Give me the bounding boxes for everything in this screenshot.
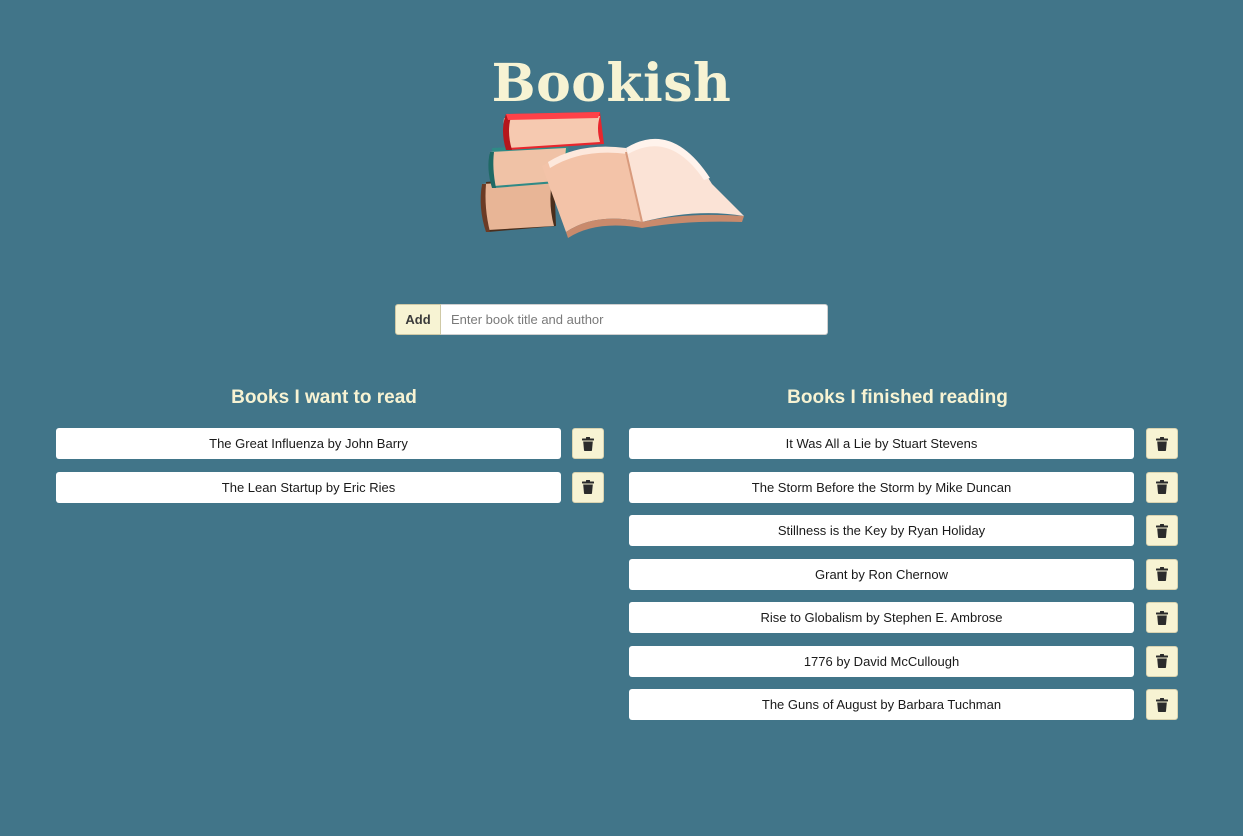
want-to-read-section: Books I want to read The Great Influenza… [56, 384, 604, 515]
delete-button[interactable] [1146, 558, 1178, 590]
delete-button[interactable] [1146, 602, 1178, 633]
book-row: Stillness is the Key by Ryan Holiday [629, 515, 1178, 546]
book-title[interactable]: It Was All a Lie by Stuart Stevens [629, 428, 1134, 459]
trash-icon [1156, 697, 1168, 712]
add-book-form: Add [395, 304, 828, 335]
delete-button[interactable] [572, 471, 604, 503]
delete-button[interactable] [572, 428, 604, 459]
delete-button[interactable] [1146, 645, 1178, 677]
book-title[interactable]: The Great Influenza by John Barry [56, 428, 561, 459]
trash-icon [1156, 654, 1168, 668]
book-row: The Storm Before the Storm by Mike Dunca… [629, 471, 1178, 503]
finished-reading-section: Books I finished reading It Was All a Li… [629, 384, 1178, 733]
trash-icon [582, 436, 594, 451]
delete-button[interactable] [1146, 471, 1178, 503]
delete-button[interactable] [1146, 689, 1178, 720]
trash-icon [1156, 436, 1168, 451]
book-title[interactable]: The Storm Before the Storm by Mike Dunca… [629, 471, 1134, 503]
book-row: Rise to Globalism by Stephen E. Ambrose [629, 602, 1178, 633]
book-title[interactable]: The Lean Startup by Eric Ries [56, 471, 561, 503]
book-title[interactable]: Stillness is the Key by Ryan Holiday [629, 515, 1134, 546]
books-illustration [476, 104, 748, 240]
book-title-input[interactable] [441, 304, 828, 335]
trash-icon [1156, 523, 1168, 538]
book-row: The Great Influenza by John Barry [56, 428, 604, 459]
book-title[interactable]: Grant by Ron Chernow [629, 558, 1134, 590]
book-row: Grant by Ron Chernow [629, 558, 1178, 590]
trash-icon [1156, 480, 1168, 494]
book-row: The Guns of August by Barbara Tuchman [629, 689, 1178, 720]
delete-button[interactable] [1146, 428, 1178, 459]
trash-icon [1156, 567, 1168, 581]
book-title[interactable]: The Guns of August by Barbara Tuchman [629, 689, 1134, 720]
book-row: 1776 by David McCullough [629, 645, 1178, 677]
finished-reading-heading: Books I finished reading [787, 387, 1008, 408]
finished-reading-list: It Was All a Lie by Stuart Stevens The S… [629, 428, 1178, 720]
want-to-read-list: The Great Influenza by John Barry The Le… [56, 428, 604, 503]
book-row: It Was All a Lie by Stuart Stevens [629, 428, 1178, 459]
delete-button[interactable] [1146, 515, 1178, 546]
want-to-read-heading: Books I want to read [231, 387, 417, 408]
book-title[interactable]: 1776 by David McCullough [629, 645, 1134, 677]
book-row: The Lean Startup by Eric Ries [56, 471, 604, 503]
add-button[interactable]: Add [395, 304, 441, 335]
trash-icon [582, 480, 594, 494]
trash-icon [1156, 610, 1168, 625]
book-title[interactable]: Rise to Globalism by Stephen E. Ambrose [629, 602, 1134, 633]
